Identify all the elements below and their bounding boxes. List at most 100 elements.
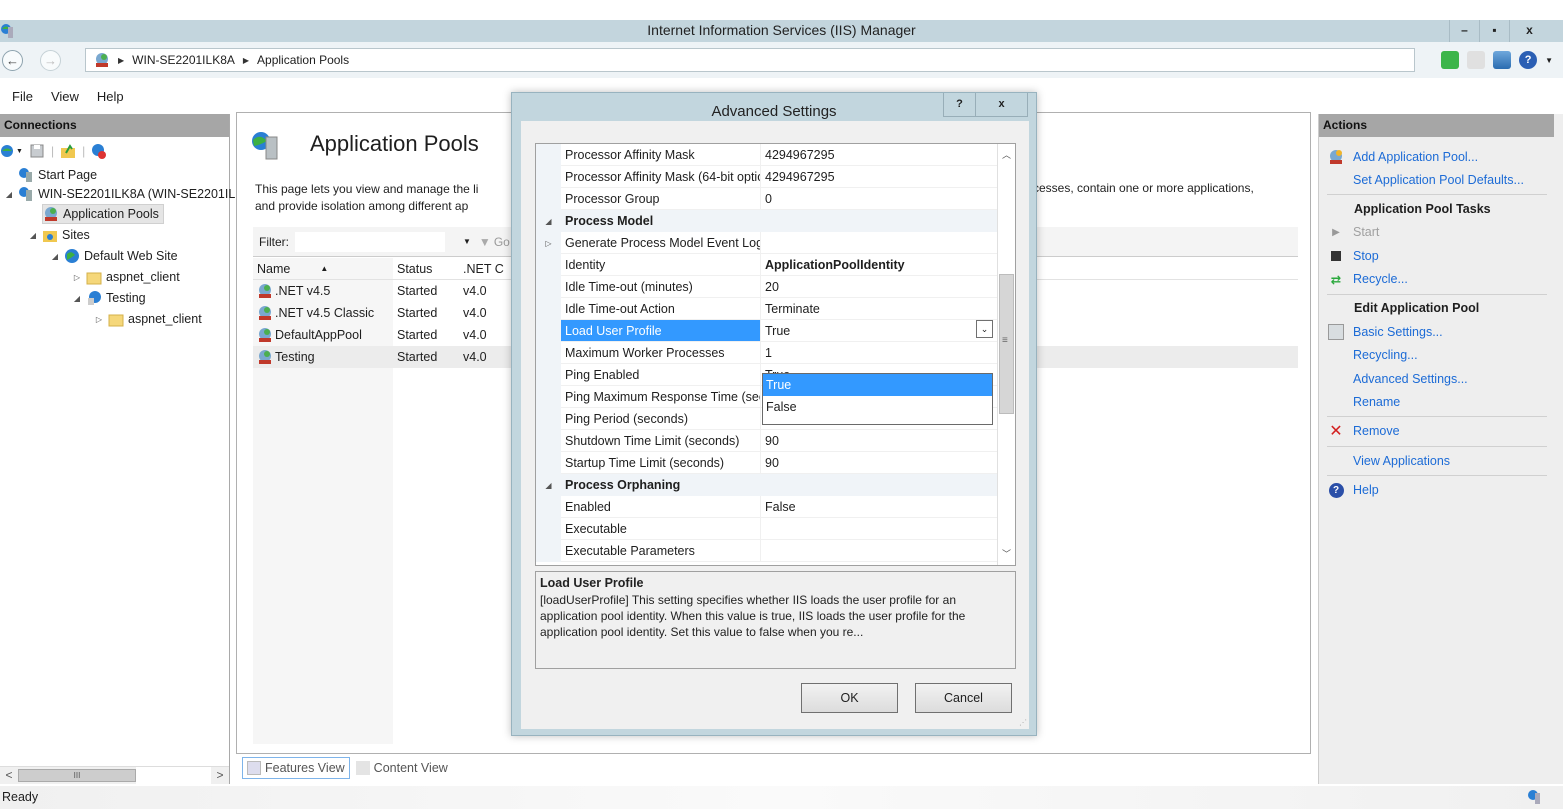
expand-arrow-icon[interactable]: ◢ bbox=[72, 294, 82, 303]
property-value[interactable]: 1 bbox=[761, 342, 998, 364]
tree-item-application-pools[interactable]: Application Pools bbox=[42, 204, 164, 224]
back-button[interactable]: ← bbox=[2, 50, 23, 71]
breadcrumb-server[interactable]: WIN-SE2201ILK8A bbox=[132, 53, 235, 67]
maximize-button[interactable]: ▪ bbox=[1479, 20, 1509, 42]
property-row[interactable]: Identity ApplicationPoolIdentity bbox=[536, 254, 998, 276]
up-folder-icon[interactable] bbox=[60, 143, 76, 159]
dropdown-option-false[interactable]: False bbox=[763, 396, 992, 418]
property-value[interactable]: 90 bbox=[761, 430, 998, 452]
expand-arrow-icon[interactable]: ◢ bbox=[536, 474, 561, 496]
property-value[interactable]: False bbox=[761, 496, 998, 518]
tree-item-aspnet-client[interactable]: ▷ aspnet_client bbox=[72, 267, 180, 287]
property-value[interactable]: 4294967295 bbox=[761, 166, 998, 188]
action-advanced-settings[interactable]: Advanced Settings... bbox=[1319, 369, 1468, 389]
tree-item-sites[interactable]: ◢ Sites bbox=[28, 225, 90, 245]
tree-item-testing-aspnet-client[interactable]: ▷ aspnet_client bbox=[94, 309, 202, 329]
cancel-button[interactable]: Cancel bbox=[915, 683, 1012, 713]
property-row[interactable]: Idle Time-out (minutes) 20 bbox=[536, 276, 998, 298]
tree-item-start-page[interactable]: Start Page bbox=[18, 165, 97, 185]
forward-button[interactable]: → bbox=[40, 50, 61, 71]
expand-arrow-icon[interactable]: ◢ bbox=[28, 231, 38, 240]
action-stop[interactable]: Stop bbox=[1319, 246, 1379, 266]
scroll-thumb[interactable]: ≡ bbox=[999, 274, 1014, 414]
resize-grip-icon[interactable]: ⋰ bbox=[1019, 718, 1027, 727]
property-category[interactable]: ◢ Process Model bbox=[536, 210, 998, 232]
action-set-defaults[interactable]: Set Application Pool Defaults... bbox=[1319, 170, 1524, 190]
disconnect-icon[interactable] bbox=[91, 143, 107, 159]
save-icon[interactable] bbox=[29, 143, 45, 159]
dialog-help-button[interactable]: ? bbox=[943, 93, 976, 117]
ok-button[interactable]: OK bbox=[801, 683, 898, 713]
property-value[interactable] bbox=[761, 540, 998, 562]
action-basic-settings[interactable]: Basic Settings... bbox=[1319, 322, 1443, 342]
action-remove[interactable]: ✕ Remove bbox=[1319, 421, 1399, 441]
property-value[interactable]: 20 bbox=[761, 276, 998, 298]
tab-features-view[interactable]: Features View bbox=[242, 757, 350, 779]
stop-loading-icon[interactable] bbox=[1467, 51, 1486, 69]
property-value[interactable]: ApplicationPoolIdentity bbox=[761, 254, 998, 276]
property-row[interactable]: Processor Affinity Mask 4294967295 bbox=[536, 144, 998, 166]
menu-file[interactable]: File bbox=[12, 89, 33, 104]
action-add-application-pool[interactable]: Add Application Pool... bbox=[1319, 147, 1478, 167]
menu-help[interactable]: Help bbox=[97, 89, 124, 104]
action-recycle[interactable]: ⇄ Recycle... bbox=[1319, 269, 1408, 289]
property-row[interactable]: Processor Affinity Mask (64-bit option) 4… bbox=[536, 166, 998, 188]
property-value[interactable]: Terminate bbox=[761, 298, 998, 320]
action-view-applications[interactable]: View Applications bbox=[1319, 451, 1450, 471]
property-row[interactable]: Enabled False bbox=[536, 496, 998, 518]
refresh-icon[interactable] bbox=[1441, 51, 1460, 69]
action-help[interactable]: ? Help bbox=[1319, 480, 1379, 500]
tab-content-view[interactable]: Content View bbox=[352, 757, 452, 779]
property-row[interactable]: Executable bbox=[536, 518, 998, 540]
go-button[interactable]: Go bbox=[494, 235, 510, 249]
connect-icon[interactable] bbox=[0, 143, 16, 159]
scroll-left-icon[interactable]: < bbox=[0, 767, 18, 784]
expand-arrow-icon[interactable]: ◢ bbox=[536, 210, 561, 232]
property-value[interactable]: 90 bbox=[761, 452, 998, 474]
property-row[interactable]: Maximum Worker Processes 1 bbox=[536, 342, 998, 364]
combo-dropdown-arrow-icon[interactable]: ⌄ bbox=[976, 320, 993, 338]
scroll-up-icon[interactable]: ︿ bbox=[998, 146, 1015, 164]
property-value[interactable]: 4294967295 bbox=[761, 144, 998, 166]
breadcrumb[interactable]: ▶ WIN-SE2201ILK8A ▶ Application Pools bbox=[85, 48, 1415, 72]
property-value[interactable] bbox=[761, 232, 998, 254]
action-recycling[interactable]: Recycling... bbox=[1319, 345, 1418, 365]
breadcrumb-app-pools[interactable]: Application Pools bbox=[257, 53, 349, 67]
scroll-right-icon[interactable]: > bbox=[211, 767, 229, 784]
scroll-down-icon[interactable]: ﹀ bbox=[998, 545, 1015, 563]
filter-dropdown-icon[interactable]: ▼ bbox=[463, 237, 471, 246]
expand-arrow-icon[interactable]: ◢ bbox=[4, 190, 14, 199]
property-row[interactable]: Executable Parameters bbox=[536, 540, 998, 562]
property-category[interactable]: ◢ Process Orphaning bbox=[536, 474, 998, 496]
column-header-name[interactable]: Name ▲ bbox=[253, 262, 393, 276]
expand-arrow-icon[interactable]: ▷ bbox=[94, 315, 104, 324]
dialog-close-button[interactable]: x bbox=[976, 93, 1028, 117]
property-row[interactable]: Load User Profile True bbox=[536, 320, 998, 342]
scroll-thumb[interactable]: III bbox=[18, 769, 136, 782]
expand-arrow-icon[interactable]: ▷ bbox=[536, 232, 561, 254]
property-row[interactable]: Startup Time Limit (seconds) 90 bbox=[536, 452, 998, 474]
connect-dropdown-icon[interactable]: ▼ bbox=[16, 148, 23, 155]
filter-input[interactable] bbox=[295, 231, 445, 252]
property-row[interactable]: Shutdown Time Limit (seconds) 90 bbox=[536, 430, 998, 452]
property-grid-scrollbar[interactable]: ︿ ≡ ﹀ bbox=[997, 144, 1015, 565]
property-value[interactable]: 0 bbox=[761, 188, 998, 210]
connections-hscrollbar[interactable]: < III > bbox=[0, 766, 229, 784]
property-value[interactable] bbox=[761, 518, 998, 540]
minimize-button[interactable]: – bbox=[1449, 20, 1479, 42]
property-row[interactable]: Idle Time-out Action Terminate bbox=[536, 298, 998, 320]
tree-item-default-web-site[interactable]: ◢ Default Web Site bbox=[50, 246, 178, 266]
dropdown-option-true[interactable]: True bbox=[763, 374, 992, 396]
close-button[interactable]: x bbox=[1509, 20, 1549, 42]
help-dropdown-icon[interactable]: ▼ bbox=[1545, 56, 1553, 65]
home-icon[interactable] bbox=[1493, 51, 1512, 69]
column-header-net-clr[interactable]: .NET C bbox=[459, 262, 519, 276]
property-row[interactable]: Processor Group 0 bbox=[536, 188, 998, 210]
expand-arrow-icon[interactable]: ▷ bbox=[72, 273, 82, 282]
property-row[interactable]: ▷Generate Process Model Event Log Entry bbox=[536, 232, 998, 254]
tree-item-testing-site[interactable]: ◢ Testing bbox=[72, 288, 146, 308]
expand-arrow-icon[interactable]: ◢ bbox=[50, 252, 60, 261]
column-header-status[interactable]: Status bbox=[393, 262, 459, 276]
scroll-track[interactable] bbox=[136, 767, 211, 784]
menu-view[interactable]: View bbox=[51, 89, 79, 104]
